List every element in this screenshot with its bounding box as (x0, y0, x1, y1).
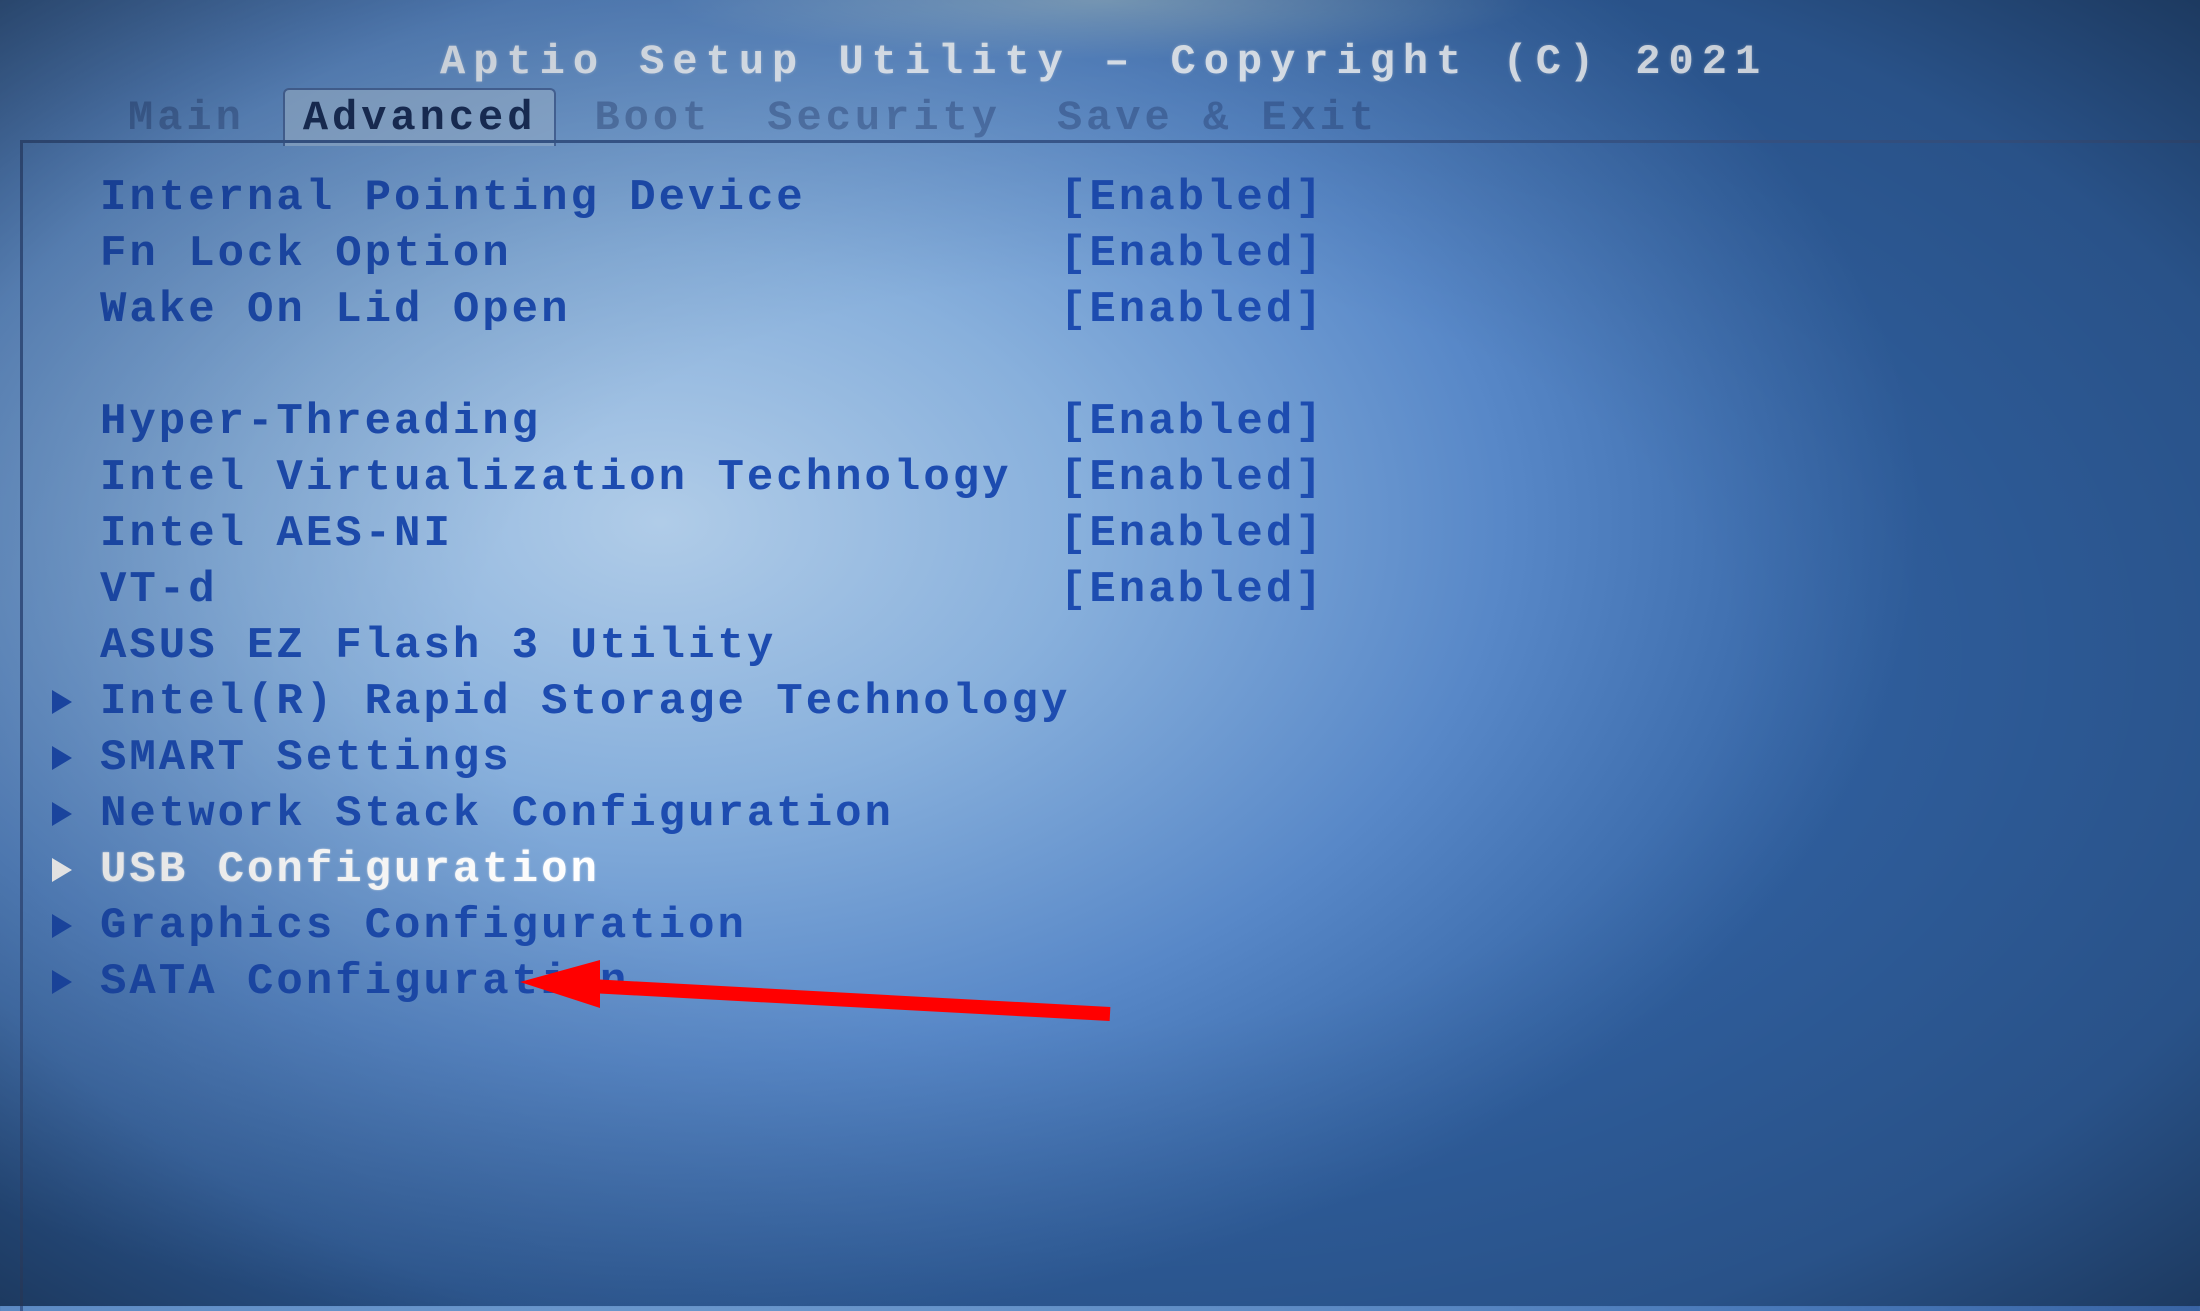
setting-network-stack[interactable]: Network Stack Configuration (50, 786, 2200, 842)
setting-intel-aes-ni[interactable]: Intel AES-NI [Enabled] (50, 506, 2200, 562)
triangle-icon (50, 968, 100, 996)
setting-value: [Enabled] (1060, 565, 1325, 615)
tab-advanced[interactable]: Advanced (283, 88, 557, 146)
setting-internal-pointing-device[interactable]: Internal Pointing Device [Enabled] (50, 170, 2200, 226)
triangle-icon (50, 688, 100, 716)
setting-smart-settings[interactable]: SMART Settings (50, 730, 2200, 786)
setting-label: Hyper-Threading (100, 397, 541, 447)
triangle-icon (50, 856, 100, 884)
setting-label: SMART Settings (100, 733, 512, 783)
setting-value: [Enabled] (1060, 397, 1325, 447)
setting-sata-configuration[interactable]: SATA Configuration (50, 954, 2200, 1010)
setting-label: Network Stack Configuration (100, 789, 894, 839)
setting-value: [Enabled] (1060, 509, 1325, 559)
blank-row (50, 338, 2200, 394)
setting-label: ASUS EZ Flash 3 Utility (100, 621, 776, 671)
triangle-icon (50, 800, 100, 828)
setting-value: [Enabled] (1060, 173, 1325, 223)
setting-label: Wake On Lid Open (100, 285, 570, 335)
setting-wake-on-lid-open[interactable]: Wake On Lid Open [Enabled] (50, 282, 2200, 338)
setting-fn-lock-option[interactable]: Fn Lock Option [Enabled] (50, 226, 2200, 282)
setting-value: [Enabled] (1060, 229, 1325, 279)
setting-label: SATA Configuration (100, 957, 629, 1007)
setting-label: Fn Lock Option (100, 229, 512, 279)
setting-vt-d[interactable]: VT-d [Enabled] (50, 562, 2200, 618)
setting-intel-virtualization[interactable]: Intel Virtualization Technology [Enabled… (50, 450, 2200, 506)
setting-label: USB Configuration (100, 845, 600, 895)
setting-label: Internal Pointing Device (100, 173, 806, 223)
setting-value: [Enabled] (1060, 453, 1325, 503)
setting-usb-configuration[interactable]: USB Configuration (50, 842, 2200, 898)
setting-graphics-configuration[interactable]: Graphics Configuration (50, 898, 2200, 954)
setting-label: Graphics Configuration (100, 901, 747, 951)
setting-value: [Enabled] (1060, 285, 1325, 335)
setting-label: Intel(R) Rapid Storage Technology (100, 677, 1070, 727)
bios-title: Aptio Setup Utility – Copyright (C) 2021 (440, 38, 1768, 86)
tab-boot[interactable]: Boot (576, 90, 729, 146)
triangle-icon (50, 744, 100, 772)
setting-asus-ez-flash[interactable]: ASUS EZ Flash 3 Utility (50, 618, 2200, 674)
setting-intel-rapid-storage[interactable]: Intel(R) Rapid Storage Technology (50, 674, 2200, 730)
setting-label: Intel AES-NI (100, 509, 453, 559)
settings-list: Internal Pointing Device [Enabled] Fn Lo… (50, 170, 2200, 1010)
setting-label: Intel Virtualization Technology (100, 453, 1012, 503)
setting-hyper-threading[interactable]: Hyper-Threading [Enabled] (50, 394, 2200, 450)
triangle-icon (50, 912, 100, 940)
tab-security[interactable]: Security (749, 90, 1019, 146)
setting-label: VT-d (100, 565, 218, 615)
tab-save-exit[interactable]: Save & Exit (1039, 90, 1396, 146)
tab-main[interactable]: Main (110, 90, 263, 146)
tab-row: Main Advanced Boot Security Save & Exit (110, 88, 1396, 146)
